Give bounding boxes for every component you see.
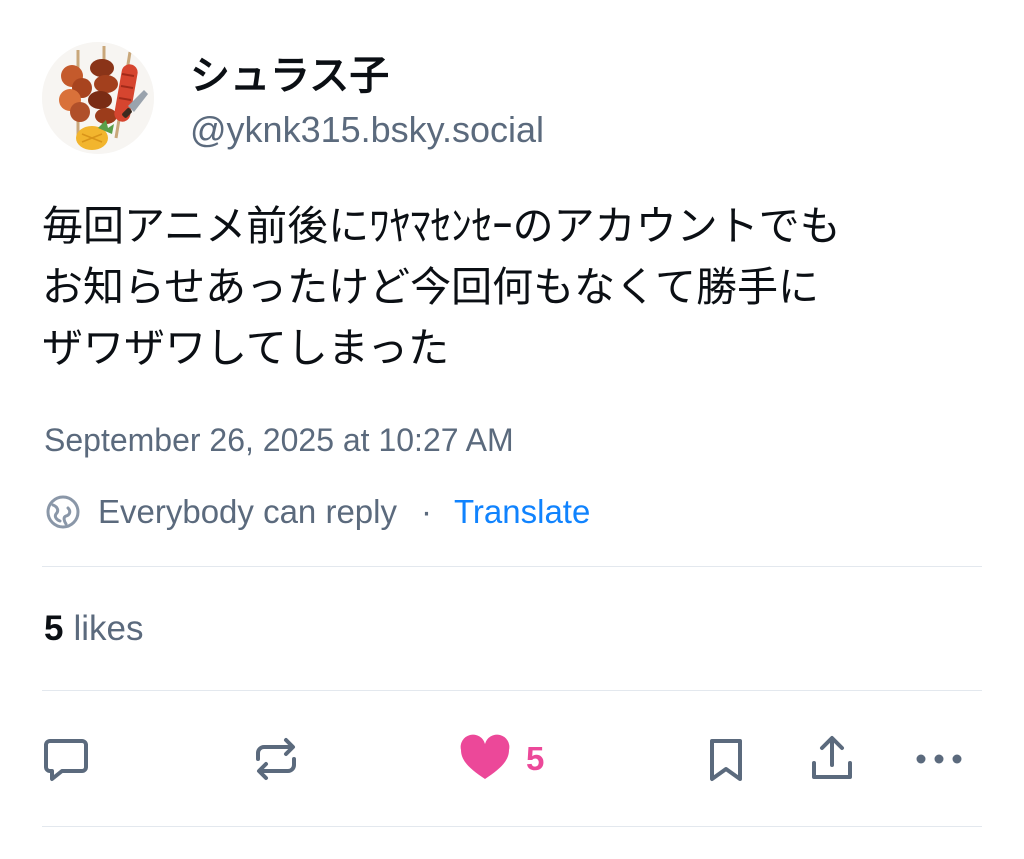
likes-count: 5: [44, 609, 64, 648]
post-text: 毎回アニメ前後にﾜﾔﾏｾﾝｾｰのアカウントでも お知らせあったけど今回何もなくて…: [42, 196, 987, 379]
separator-dot: ·: [420, 493, 432, 530]
reply-button[interactable]: [40, 733, 92, 785]
divider: [42, 690, 982, 691]
more-icon: [916, 754, 962, 764]
bookmark-icon: [710, 739, 742, 781]
likes-stat[interactable]: 5 likes: [44, 607, 144, 651]
post-text-line: 毎回アニメ前後にﾜﾔﾏｾﾝｾｰのアカウントでも: [42, 202, 841, 250]
reply-icon: [44, 739, 88, 781]
share-icon: [812, 736, 852, 779]
author-handle[interactable]: @yknk315.bsky.social: [190, 108, 544, 152]
repost-button[interactable]: [250, 733, 302, 785]
like-button[interactable]: 5: [458, 733, 544, 785]
bookmark-button[interactable]: [700, 733, 752, 785]
globe-icon: [46, 495, 80, 529]
translate-link[interactable]: Translate: [454, 493, 590, 531]
post-text-line: お知らせあったけど今回何もなくて勝手に: [42, 263, 819, 311]
reply-setting-label: Everybody can reply: [98, 493, 397, 530]
post-text-line: ザワザワしてしまった: [42, 324, 450, 372]
post-timestamp: September 26, 2025 at 10:27 AM: [44, 422, 514, 458]
avatar[interactable]: [42, 42, 154, 154]
repost-icon: [256, 738, 296, 780]
author-display-name[interactable]: シュラス子: [190, 52, 389, 100]
reply-setting-row: Everybody can reply · Translate: [44, 490, 590, 534]
divider: [42, 826, 982, 827]
heart-icon: [460, 734, 510, 779]
skewers-avatar-icon: [42, 42, 154, 154]
likes-label: likes: [73, 609, 144, 648]
divider: [42, 566, 982, 567]
like-count: 5: [526, 740, 545, 777]
more-options-button[interactable]: [912, 733, 966, 785]
share-button[interactable]: [806, 733, 858, 785]
